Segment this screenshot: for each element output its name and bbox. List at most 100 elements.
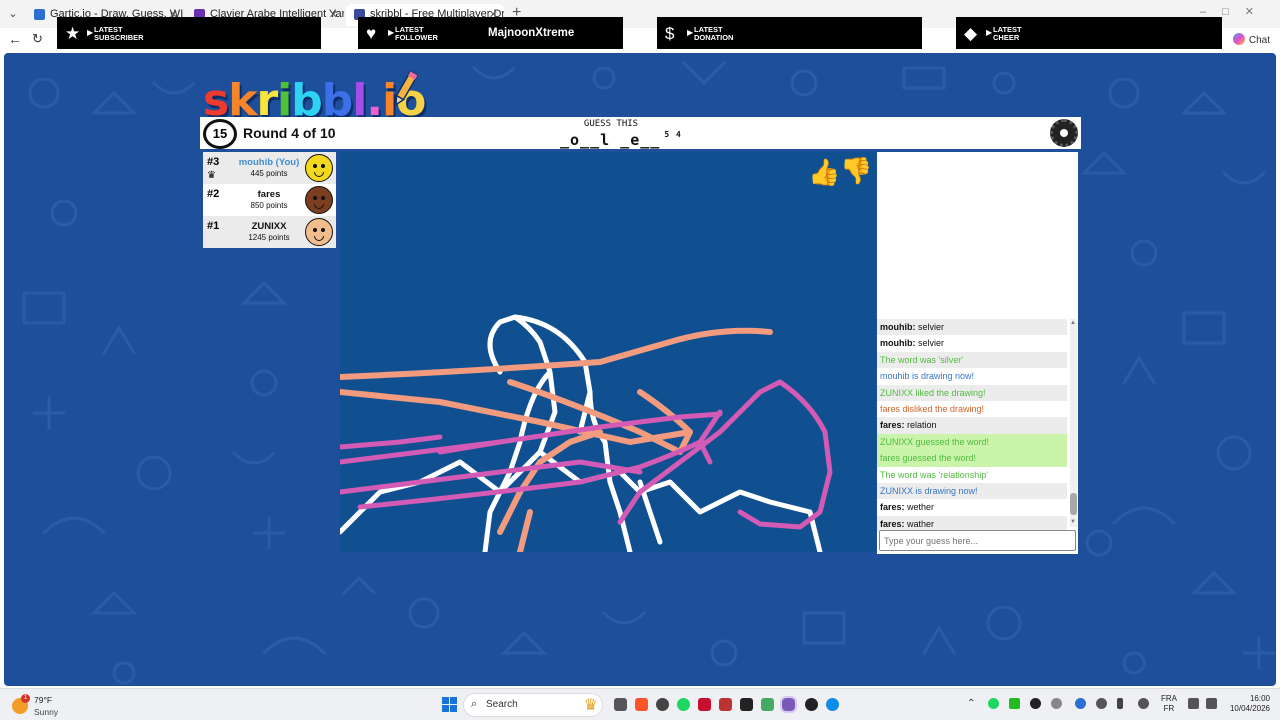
- edge-icon[interactable]: [826, 698, 839, 711]
- heart-icon: ♥: [366, 24, 377, 43]
- discord-icon[interactable]: [780, 696, 797, 713]
- chat-message: ZUNIXX liked the drawing!: [877, 384, 1067, 401]
- chat-text: mouhib is drawing now!: [880, 371, 975, 382]
- chat-text: selvier: [915, 322, 945, 332]
- back-arrow-icon[interactable]: ←: [8, 31, 22, 47]
- weather-temperature: 79°F: [34, 695, 53, 705]
- app-icon[interactable]: [761, 698, 774, 711]
- arrow-icon: ▶: [687, 28, 694, 37]
- drawing-canvas[interactable]: 👍 👍: [340, 152, 876, 552]
- spotify-tray-icon[interactable]: [988, 698, 999, 709]
- player-name: fares: [257, 189, 281, 200]
- chat-message: fares guessed the word!: [877, 450, 1067, 467]
- chat-message: mouhib is drawing now!: [877, 368, 1067, 384]
- chat-message: fares: relation: [877, 417, 1067, 434]
- dollar-icon: $: [665, 24, 675, 43]
- chat-message: ZUNIXX is drawing now!: [877, 482, 1067, 500]
- star-icon: ★: [65, 24, 81, 43]
- gartic-favicon-icon: [34, 9, 45, 20]
- player-row[interactable]: #2 fares 850 points: [203, 184, 336, 216]
- logo-pencil-icon: [395, 70, 418, 107]
- volume-icon[interactable]: [1206, 698, 1217, 709]
- player-avatar: [305, 154, 333, 182]
- overlay-latest-cheer: ◆ ▶ LATEST CHEER: [956, 17, 1222, 49]
- reload-icon[interactable]: ↻: [32, 31, 43, 47]
- network-status-icon[interactable]: [1188, 698, 1199, 709]
- scrollbar-thumb[interactable]: [1070, 493, 1077, 515]
- chat-message: The word was 'silver': [877, 351, 1067, 369]
- chat-message: fares: wether: [877, 499, 1067, 515]
- taskbar-search[interactable]: ⌕ Search ♛: [463, 693, 603, 717]
- chat-message: The word was 'relationship': [877, 467, 1067, 483]
- word-hint: _o__l _e__ 5 4: [560, 130, 682, 149]
- chat-sender: mouhib:: [880, 322, 916, 332]
- chat-text: wather: [904, 518, 935, 529]
- overlay-latest-follower: ♥ ▶ LATEST FOLLOWER MajnoonXtreme: [358, 17, 623, 49]
- app-tray-icon[interactable]: [1030, 698, 1041, 709]
- chat-text: ZUNIXX liked the drawing!: [880, 387, 986, 398]
- player-rank: #1: [207, 220, 220, 232]
- chat-text: The word was 'relationship': [880, 469, 988, 480]
- guess-this-label: GUESS THIS: [583, 119, 639, 129]
- chat-text: The word was 'silver': [880, 354, 963, 365]
- tab-list-chevron-icon[interactable]: ⌄: [4, 5, 22, 23]
- search-icon: ⌕: [471, 698, 478, 710]
- drawing-strokes: [340, 314, 833, 552]
- player-rank: #2: [207, 188, 220, 200]
- chat-sender: fares:: [880, 502, 905, 513]
- crown-icon: ♛: [207, 170, 216, 181]
- arrow-icon: ▶: [87, 28, 94, 37]
- chat-sender: fares:: [880, 420, 905, 431]
- thumbs-down-icon[interactable]: 👍: [840, 155, 872, 186]
- windows-start-icon[interactable]: [442, 697, 458, 713]
- player-row[interactable]: #1 ZUNIXX 1245 points: [203, 216, 336, 248]
- network-icon[interactable]: [1096, 698, 1107, 709]
- chat-text: ZUNIXX is drawing now!: [880, 485, 978, 496]
- spotify-icon[interactable]: [677, 698, 690, 711]
- player-row[interactable]: #3 ♛ mouhib (You) 445 points: [203, 152, 336, 184]
- chat-scrollbar[interactable]: ▲ ▼: [1070, 319, 1077, 527]
- player-rank: #3: [207, 156, 220, 168]
- latest-follower-name: MajnoonXtreme: [488, 27, 575, 39]
- chat-text: selvier: [915, 338, 945, 349]
- app-icon[interactable]: [656, 698, 669, 711]
- copilot-icon: [1232, 33, 1245, 45]
- chat-message: mouhib: selvier: [877, 335, 1067, 351]
- app-icon[interactable]: [719, 698, 732, 711]
- chat-message: ZUNIXX guessed the word!: [877, 433, 1067, 451]
- guess-input[interactable]: [879, 530, 1076, 551]
- word-lengths: 5 4: [664, 130, 682, 139]
- tray-expand-chevron-icon[interactable]: ⌃: [967, 698, 975, 709]
- close-tab-icon[interactable]: ✕: [329, 8, 338, 21]
- chat-sender: mouhib:: [880, 338, 916, 349]
- app-tray-icon[interactable]: [1051, 698, 1062, 709]
- app-icon[interactable]: [805, 698, 818, 711]
- system-clock[interactable]: 16:00 10/04/2026: [1225, 694, 1270, 714]
- file-explorer-icon[interactable]: [614, 698, 627, 711]
- chat-button[interactable]: Chat: [1232, 33, 1270, 46]
- settings-gear-icon[interactable]: [1050, 119, 1078, 147]
- brave-browser-icon[interactable]: [635, 698, 648, 711]
- nvidia-icon[interactable]: [1009, 698, 1020, 709]
- player-points: 445 points: [250, 169, 288, 178]
- chat-log: mouhib: selvier mouhib: selvier The word w…: [877, 319, 1067, 533]
- microphone-icon[interactable]: [1117, 698, 1123, 709]
- app-tray-icon[interactable]: [1138, 698, 1149, 709]
- player-avatar: [305, 218, 333, 246]
- scroll-down-arrow-icon[interactable]: ▼: [1070, 519, 1076, 525]
- round-timer: 15: [203, 119, 237, 149]
- obs-icon[interactable]: [740, 698, 753, 711]
- app-tray-icon[interactable]: [1075, 698, 1086, 709]
- player-points: 850 points: [250, 201, 288, 210]
- chat-sender: fares:: [880, 518, 905, 529]
- scroll-up-arrow-icon[interactable]: ▲: [1070, 320, 1076, 326]
- chat-text: ZUNIXX guessed the word!: [880, 436, 990, 447]
- input-language[interactable]: FRA FR: [1161, 694, 1177, 714]
- weather-condition: Sunny: [34, 707, 59, 717]
- arrow-icon: ▶: [986, 28, 993, 37]
- thumbs-up-icon[interactable]: 👍: [808, 157, 840, 188]
- overlay-latest-subscriber: ★ ▶ LATEST SUBSCRIBER: [57, 17, 321, 49]
- app-icon[interactable]: [698, 698, 711, 711]
- skribbl-game-area: skribbl.io 15 Round 4 of 10 GUESS THIS _…: [4, 53, 1276, 686]
- windows-taskbar: 1 79°F Sunny ⌕ Search ♛ ⌃ FRA FR 16:00 10/…: [0, 688, 1280, 720]
